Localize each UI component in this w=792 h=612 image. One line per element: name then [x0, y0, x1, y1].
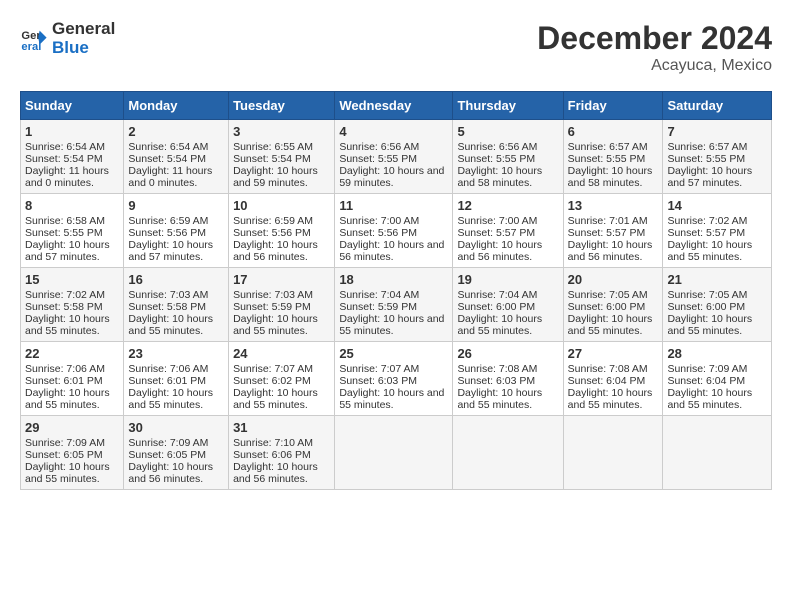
calendar-cell: 29Sunrise: 7:09 AMSunset: 6:05 PMDayligh… — [21, 416, 124, 490]
calendar-cell — [335, 416, 453, 490]
day-number: 26 — [457, 346, 558, 361]
calendar-cell: 26Sunrise: 7:08 AMSunset: 6:03 PMDayligh… — [453, 342, 563, 416]
day-number: 21 — [667, 272, 767, 287]
day-number: 4 — [339, 124, 448, 139]
day-number: 2 — [128, 124, 224, 139]
calendar-cell: 20Sunrise: 7:05 AMSunset: 6:00 PMDayligh… — [563, 268, 663, 342]
day-number: 23 — [128, 346, 224, 361]
day-number: 24 — [233, 346, 330, 361]
calendar-cell: 4Sunrise: 6:56 AMSunset: 5:55 PMDaylight… — [335, 120, 453, 194]
page-header: Gen eral General Blue December 2024 Acay… — [20, 20, 772, 75]
day-number: 10 — [233, 198, 330, 213]
day-number: 31 — [233, 420, 330, 435]
day-number: 28 — [667, 346, 767, 361]
page-subtitle: Acayuca, Mexico — [537, 57, 772, 75]
page-title: December 2024 — [537, 20, 772, 57]
day-number: 5 — [457, 124, 558, 139]
day-number: 3 — [233, 124, 330, 139]
col-monday: Monday — [124, 92, 229, 120]
calendar-cell: 16Sunrise: 7:03 AMSunset: 5:58 PMDayligh… — [124, 268, 229, 342]
calendar-cell: 24Sunrise: 7:07 AMSunset: 6:02 PMDayligh… — [229, 342, 335, 416]
calendar-week-row: 29Sunrise: 7:09 AMSunset: 6:05 PMDayligh… — [21, 416, 772, 490]
day-number: 29 — [25, 420, 119, 435]
calendar-cell: 15Sunrise: 7:02 AMSunset: 5:58 PMDayligh… — [21, 268, 124, 342]
calendar-cell: 13Sunrise: 7:01 AMSunset: 5:57 PMDayligh… — [563, 194, 663, 268]
calendar-cell: 7Sunrise: 6:57 AMSunset: 5:55 PMDaylight… — [663, 120, 772, 194]
day-number: 25 — [339, 346, 448, 361]
col-tuesday: Tuesday — [229, 92, 335, 120]
calendar-cell: 11Sunrise: 7:00 AMSunset: 5:56 PMDayligh… — [335, 194, 453, 268]
calendar-cell: 12Sunrise: 7:00 AMSunset: 5:57 PMDayligh… — [453, 194, 563, 268]
day-number: 6 — [568, 124, 659, 139]
title-block: December 2024 Acayuca, Mexico — [537, 20, 772, 75]
logo: Gen eral General Blue — [20, 20, 115, 57]
day-number: 8 — [25, 198, 119, 213]
col-wednesday: Wednesday — [335, 92, 453, 120]
calendar-cell: 22Sunrise: 7:06 AMSunset: 6:01 PMDayligh… — [21, 342, 124, 416]
svg-text:eral: eral — [21, 41, 41, 53]
day-number: 9 — [128, 198, 224, 213]
day-number: 27 — [568, 346, 659, 361]
col-thursday: Thursday — [453, 92, 563, 120]
day-number: 17 — [233, 272, 330, 287]
day-number: 19 — [457, 272, 558, 287]
day-number: 13 — [568, 198, 659, 213]
day-number: 12 — [457, 198, 558, 213]
logo-icon: Gen eral — [20, 25, 48, 53]
day-number: 1 — [25, 124, 119, 139]
calendar-cell: 5Sunrise: 6:56 AMSunset: 5:55 PMDaylight… — [453, 120, 563, 194]
col-friday: Friday — [563, 92, 663, 120]
calendar-cell: 6Sunrise: 6:57 AMSunset: 5:55 PMDaylight… — [563, 120, 663, 194]
calendar-cell: 23Sunrise: 7:06 AMSunset: 6:01 PMDayligh… — [124, 342, 229, 416]
day-number: 11 — [339, 198, 448, 213]
calendar-cell: 17Sunrise: 7:03 AMSunset: 5:59 PMDayligh… — [229, 268, 335, 342]
col-saturday: Saturday — [663, 92, 772, 120]
calendar-cell: 30Sunrise: 7:09 AMSunset: 6:05 PMDayligh… — [124, 416, 229, 490]
calendar-cell — [453, 416, 563, 490]
day-number: 16 — [128, 272, 224, 287]
calendar-week-row: 8Sunrise: 6:58 AMSunset: 5:55 PMDaylight… — [21, 194, 772, 268]
calendar-cell: 27Sunrise: 7:08 AMSunset: 6:04 PMDayligh… — [563, 342, 663, 416]
calendar-cell: 14Sunrise: 7:02 AMSunset: 5:57 PMDayligh… — [663, 194, 772, 268]
calendar-cell: 3Sunrise: 6:55 AMSunset: 5:54 PMDaylight… — [229, 120, 335, 194]
col-sunday: Sunday — [21, 92, 124, 120]
calendar-cell: 1Sunrise: 6:54 AMSunset: 5:54 PMDaylight… — [21, 120, 124, 194]
calendar-cell: 10Sunrise: 6:59 AMSunset: 5:56 PMDayligh… — [229, 194, 335, 268]
calendar-cell: 2Sunrise: 6:54 AMSunset: 5:54 PMDaylight… — [124, 120, 229, 194]
calendar-cell — [563, 416, 663, 490]
logo-text: General Blue — [52, 20, 115, 57]
day-number: 30 — [128, 420, 224, 435]
calendar-week-row: 22Sunrise: 7:06 AMSunset: 6:01 PMDayligh… — [21, 342, 772, 416]
calendar-cell: 25Sunrise: 7:07 AMSunset: 6:03 PMDayligh… — [335, 342, 453, 416]
calendar-cell: 18Sunrise: 7:04 AMSunset: 5:59 PMDayligh… — [335, 268, 453, 342]
day-number: 20 — [568, 272, 659, 287]
calendar-cell: 9Sunrise: 6:59 AMSunset: 5:56 PMDaylight… — [124, 194, 229, 268]
calendar-cell: 31Sunrise: 7:10 AMSunset: 6:06 PMDayligh… — [229, 416, 335, 490]
calendar-cell — [663, 416, 772, 490]
calendar-week-row: 15Sunrise: 7:02 AMSunset: 5:58 PMDayligh… — [21, 268, 772, 342]
calendar-cell: 8Sunrise: 6:58 AMSunset: 5:55 PMDaylight… — [21, 194, 124, 268]
day-number: 14 — [667, 198, 767, 213]
calendar-cell: 21Sunrise: 7:05 AMSunset: 6:00 PMDayligh… — [663, 268, 772, 342]
day-number: 7 — [667, 124, 767, 139]
day-number: 22 — [25, 346, 119, 361]
calendar-week-row: 1Sunrise: 6:54 AMSunset: 5:54 PMDaylight… — [21, 120, 772, 194]
calendar-table: Sunday Monday Tuesday Wednesday Thursday… — [20, 91, 772, 490]
calendar-header-row: Sunday Monday Tuesday Wednesday Thursday… — [21, 92, 772, 120]
calendar-cell: 28Sunrise: 7:09 AMSunset: 6:04 PMDayligh… — [663, 342, 772, 416]
day-number: 15 — [25, 272, 119, 287]
day-number: 18 — [339, 272, 448, 287]
calendar-cell: 19Sunrise: 7:04 AMSunset: 6:00 PMDayligh… — [453, 268, 563, 342]
